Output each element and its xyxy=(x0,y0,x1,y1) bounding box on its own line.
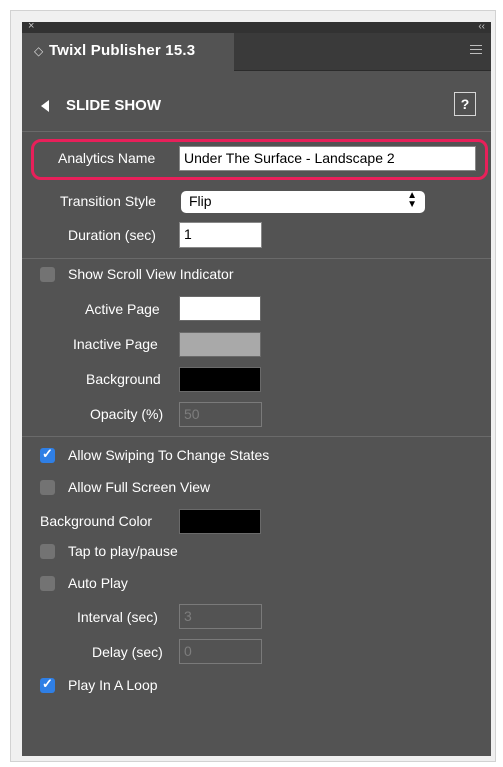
inactive-page-color-swatch[interactable] xyxy=(179,332,261,357)
opacity-input[interactable]: 50 xyxy=(179,402,262,427)
transition-style-label: Transition Style xyxy=(60,193,156,209)
interval-input[interactable]: 3 xyxy=(179,604,262,629)
background-label: Background xyxy=(86,371,161,387)
play-in-loop-checkbox[interactable] xyxy=(40,676,55,693)
section-title: SLIDE SHOW xyxy=(66,97,162,114)
inactive-page-label: Inactive Page xyxy=(73,336,158,352)
analytics-name-label: Analytics Name xyxy=(58,150,156,166)
twixl-panel: × ‹‹ ◇ Twixl Publisher 15.3 SLIDE SHOW ?… xyxy=(22,22,491,756)
active-page-label: Active Page xyxy=(85,301,160,317)
transition-style-select[interactable]: Flip ▲ ▼ xyxy=(181,191,425,213)
transition-style-value: Flip xyxy=(189,193,212,209)
background-color-picker[interactable] xyxy=(179,509,261,534)
background-color-swatch[interactable] xyxy=(179,367,261,392)
show-scroll-indicator-label: Show Scroll View Indicator xyxy=(68,266,234,282)
allow-swiping-label: Allow Swiping To Change States xyxy=(68,447,270,463)
updown-chevron-icon: ◇ xyxy=(34,44,44,58)
analytics-name-input[interactable]: Under The Surface - Landscape 2 xyxy=(179,146,476,171)
back-arrow-icon[interactable] xyxy=(41,100,49,112)
allow-swiping-checkbox[interactable] xyxy=(40,446,55,463)
duration-label: Duration (sec) xyxy=(68,227,156,243)
delay-label: Delay (sec) xyxy=(92,644,163,660)
duration-input[interactable]: 1 xyxy=(179,222,262,248)
delay-input[interactable]: 0 xyxy=(179,639,262,664)
auto-play-label: Auto Play xyxy=(68,575,128,591)
tab-twixl-publisher[interactable]: ◇ Twixl Publisher 15.3 xyxy=(22,33,234,71)
select-arrows-icon: ▲ ▼ xyxy=(407,190,417,210)
header-divider xyxy=(22,131,491,132)
opacity-label: Opacity (%) xyxy=(90,406,164,422)
panel-tab-row: ◇ Twixl Publisher 15.3 xyxy=(22,33,491,71)
close-icon[interactable]: × xyxy=(28,22,34,33)
section-divider xyxy=(22,258,491,259)
tap-to-play-checkbox[interactable] xyxy=(40,544,55,559)
auto-play-checkbox[interactable] xyxy=(40,576,55,591)
section-header: SLIDE SHOW ? xyxy=(22,70,491,132)
play-in-loop-label: Play In A Loop xyxy=(68,677,158,693)
active-page-color-swatch[interactable] xyxy=(179,296,261,321)
hamburger-icon[interactable] xyxy=(470,45,482,57)
allow-fullscreen-checkbox[interactable] xyxy=(40,480,55,495)
tab-title: Twixl Publisher 15.3 xyxy=(49,42,196,59)
collapse-icon[interactable]: ‹‹ xyxy=(478,22,485,33)
allow-fullscreen-label: Allow Full Screen View xyxy=(68,479,211,495)
background-color-label: Background Color xyxy=(40,513,153,529)
tap-to-play-label: Tap to play/pause xyxy=(68,543,178,559)
panel-titlebar: × ‹‹ xyxy=(22,22,491,33)
interval-label: Interval (sec) xyxy=(77,609,158,625)
help-button[interactable]: ? xyxy=(454,92,476,116)
show-scroll-indicator-checkbox[interactable] xyxy=(40,267,55,282)
section-divider xyxy=(22,436,491,437)
